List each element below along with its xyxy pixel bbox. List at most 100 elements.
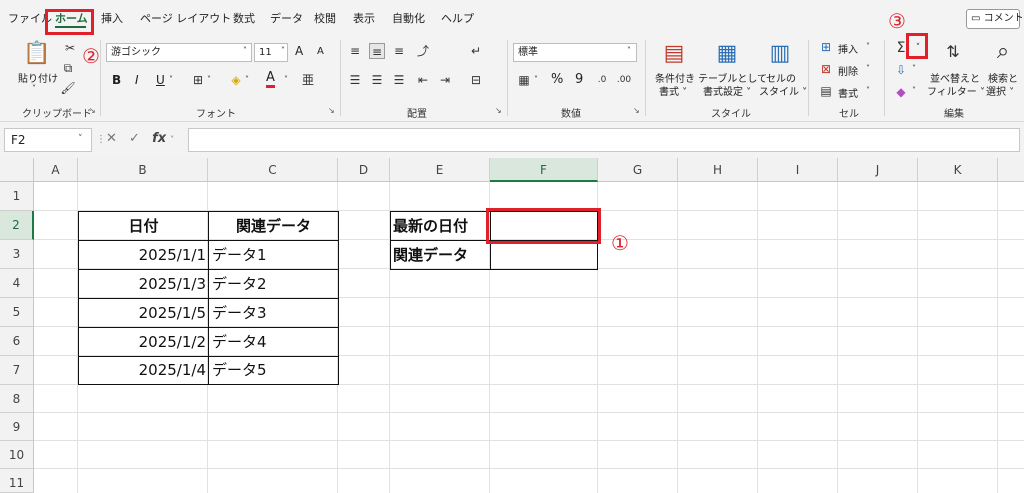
paste-icon[interactable]: 📋 — [22, 40, 52, 68]
align-center-icon[interactable]: ☰ — [369, 72, 385, 88]
column-header-b[interactable]: B — [78, 158, 208, 182]
format-as-table-label-2[interactable]: 書式設定 ˅ — [703, 83, 751, 98]
column-header-h[interactable]: H — [678, 158, 758, 182]
alignment-launcher-icon[interactable]: ↘ — [495, 106, 502, 115]
tab-review[interactable]: 校閲 — [314, 10, 336, 26]
copy-icon[interactable]: ⧉ — [60, 60, 76, 76]
align-left-icon[interactable]: ☰ — [347, 72, 363, 88]
row-header-9[interactable]: 9 — [0, 413, 34, 441]
wrap-text-icon[interactable]: ↵ — [468, 43, 484, 59]
find-select-icon[interactable]: ⌕ — [988, 38, 1018, 66]
row-header-2[interactable]: 2 — [0, 211, 34, 240]
column-header-e[interactable]: E — [390, 158, 490, 182]
format-painter-icon[interactable]: 🖌 — [60, 80, 76, 96]
tab-automate[interactable]: 自動化 — [392, 10, 425, 26]
grow-font-icon[interactable]: A — [295, 44, 303, 58]
align-middle-icon[interactable]: ≡ — [369, 43, 385, 59]
decrease-decimal-icon[interactable]: .00 — [616, 72, 632, 88]
format-cells-label[interactable]: 書式 — [838, 85, 858, 100]
tab-page-layout[interactable]: ページ レイアウト — [140, 10, 231, 26]
tab-help[interactable]: ヘルプ — [441, 10, 474, 26]
align-bottom-icon[interactable]: ≡ — [391, 43, 407, 59]
cell-styles-icon[interactable]: ▥ — [765, 40, 795, 68]
align-right-icon[interactable]: ☰ — [391, 72, 407, 88]
row-header-5[interactable]: 5 — [0, 298, 34, 327]
table-cell-date[interactable]: 2025/1/3 — [79, 270, 206, 298]
table-cell-date[interactable]: 2025/1/5 — [79, 299, 206, 327]
table-header-related[interactable]: 関連データ — [209, 212, 338, 240]
fill-color-icon[interactable]: ◈ — [228, 72, 244, 88]
column-header-a[interactable]: A — [34, 158, 78, 182]
increase-indent-icon[interactable]: ⇥ — [437, 72, 453, 88]
decrease-indent-icon[interactable]: ⇤ — [415, 72, 431, 88]
font-launcher-icon[interactable]: ↘ — [328, 106, 335, 115]
underline-button[interactable]: U — [156, 73, 165, 87]
phonetic-icon[interactable]: 亜 — [300, 72, 316, 88]
row-header-8[interactable]: 8 — [0, 385, 34, 413]
table-cell-related[interactable]: データ5 — [212, 357, 337, 384]
insert-cells-icon[interactable]: ⊞ — [818, 39, 834, 55]
format-as-table-icon[interactable]: ▦ — [712, 40, 742, 68]
select-all-button[interactable] — [0, 158, 34, 182]
merge-center-icon[interactable]: ⊟ — [468, 72, 484, 88]
delete-cells-label[interactable]: 削除 — [838, 63, 858, 78]
tab-view[interactable]: 表示 — [353, 10, 375, 26]
conditional-format-label-2[interactable]: 書式 ˅ — [659, 83, 687, 98]
column-header-j[interactable]: J — [838, 158, 918, 182]
font-name-select[interactable]: 游ゴシック — [106, 43, 252, 62]
cut-icon[interactable]: ✂ — [62, 40, 78, 56]
clear-icon[interactable]: ◆ — [893, 84, 909, 100]
currency-icon[interactable]: ▦ — [516, 72, 532, 88]
table-cell-related[interactable]: データ3 — [212, 299, 337, 327]
format-cells-icon[interactable]: ▤ — [818, 83, 834, 99]
delete-cells-icon[interactable]: ⊠ — [818, 61, 834, 77]
sort-filter-label-2[interactable]: フィルター ˅ — [927, 83, 985, 98]
italic-button[interactable]: I — [135, 73, 139, 87]
table-cell-date[interactable]: 2025/1/4 — [79, 357, 206, 384]
row-header-10[interactable]: 10 — [0, 441, 34, 469]
font-color-icon[interactable]: A — [266, 71, 275, 88]
comment-button[interactable]: ▭ コメント — [966, 9, 1024, 29]
cancel-icon[interactable]: ✕ — [106, 131, 117, 146]
align-top-icon[interactable]: ≡ — [347, 43, 363, 59]
column-header-c[interactable]: C — [208, 158, 338, 182]
related-data-label[interactable]: 関連データ — [393, 241, 489, 269]
formula-input[interactable] — [188, 128, 1020, 152]
row-header-7[interactable]: 7 — [0, 356, 34, 385]
insert-cells-label[interactable]: 挿入 — [838, 41, 858, 56]
tab-insert[interactable]: 挿入 — [101, 10, 123, 26]
table-cell-date[interactable]: 2025/1/2 — [79, 328, 206, 356]
column-header-k[interactable]: K — [918, 158, 998, 182]
clipboard-launcher-icon[interactable]: ↘ — [89, 106, 96, 115]
sort-filter-icon[interactable]: ⇅ — [938, 38, 968, 66]
confirm-icon[interactable]: ✓ — [129, 131, 140, 146]
table-cell-date[interactable]: 2025/1/1 — [79, 241, 206, 269]
table-header-date[interactable]: 日付 — [79, 212, 208, 240]
column-header-i[interactable]: I — [758, 158, 838, 182]
tab-data[interactable]: データ — [270, 10, 303, 26]
conditional-format-icon[interactable]: ▤ — [659, 40, 689, 68]
row-header-11[interactable]: 11 — [0, 469, 34, 493]
row-header-6[interactable]: 6 — [0, 327, 34, 356]
fill-icon[interactable]: ⇩ — [893, 62, 909, 78]
border-icon[interactable]: ⊞ — [190, 72, 206, 88]
tab-formulas[interactable]: 数式 — [233, 10, 255, 26]
table-cell-related[interactable]: データ4 — [212, 328, 337, 356]
number-format-select[interactable]: 標準 — [513, 43, 637, 62]
number-launcher-icon[interactable]: ↘ — [633, 106, 640, 115]
insert-function-icon[interactable]: fx — [152, 131, 166, 146]
column-header-g[interactable]: G — [598, 158, 678, 182]
row-header-1[interactable]: 1 — [0, 182, 34, 211]
latest-date-label[interactable]: 最新の日付 — [393, 212, 489, 240]
row-header-3[interactable]: 3 — [0, 240, 34, 269]
column-header-f[interactable]: F — [490, 158, 598, 182]
more-options-icon[interactable]: ⋮ — [96, 134, 106, 145]
percent-button[interactable]: % — [551, 72, 563, 87]
related-data-cell[interactable] — [494, 241, 594, 269]
cell-styles-label-2[interactable]: スタイル ˅ — [759, 83, 807, 98]
column-header-d[interactable]: D — [338, 158, 390, 182]
paste-dropdown-icon[interactable]: ˅ — [32, 84, 36, 93]
orientation-icon[interactable]: ⤴ — [415, 43, 431, 59]
bold-button[interactable]: B — [112, 73, 121, 87]
row-header-4[interactable]: 4 — [0, 269, 34, 298]
